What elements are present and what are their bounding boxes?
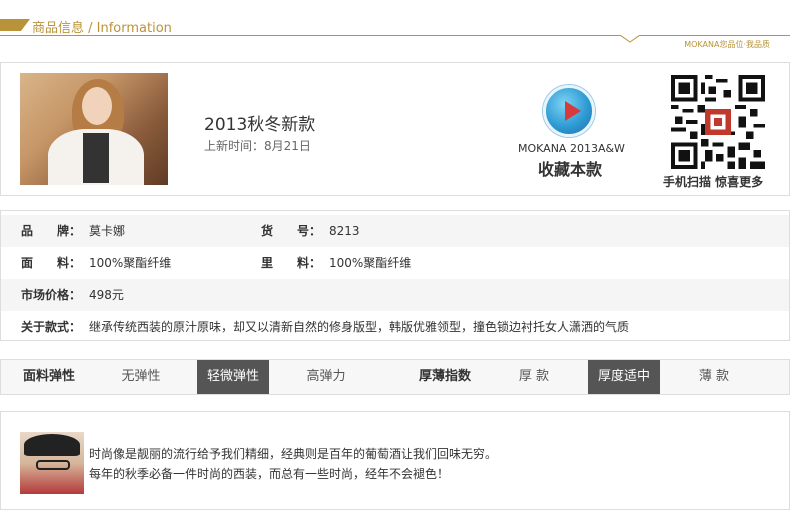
info-row-price: 市场价格： 498元 xyxy=(1,279,789,311)
section-header: 商品信息 / Information MOKANA您品位·我品质 xyxy=(0,0,790,52)
info-row-fabric: 面 料： 100%聚酯纤维 里 料： 100%聚酯纤维 xyxy=(1,247,789,279)
info-row-brand: 品 牌： 莫卡娜 货 号： 8213 xyxy=(1,215,789,247)
thickness-option-thin: 薄 款 xyxy=(698,369,730,384)
qr-caption: 手机扫描 惊喜更多 xyxy=(663,175,764,189)
elasticity-option-slight: 轻微弹性 xyxy=(197,360,269,394)
style-description: 继承传统西装的原汁原味，却又以清新自然的修身版型，韩版优雅领型，撞色锁边衬托女人… xyxy=(89,320,630,334)
price-value: 498元 xyxy=(89,288,124,302)
brand-season-text: MOKANA 2013A&W xyxy=(518,142,625,155)
elasticity-option-high: 高弹力 xyxy=(306,369,346,384)
quote-line-2: 每年的秋季必备一件时尚的西装，而总有一些时尚，经年不会褪色！ xyxy=(89,467,450,481)
quote-line-1: 时尚像是靓丽的流行给予我们精细，经典则是百年的葡萄酒让我们回味无穷。 xyxy=(89,447,498,461)
product-photo[interactable] xyxy=(20,73,168,185)
qr-code-icon xyxy=(671,75,765,169)
info-row-style: 关于款式： 继承传统西装的原汁原味，却又以清新自然的修身版型，韩版优雅领型，撞色… xyxy=(1,311,789,343)
play-video-icon[interactable] xyxy=(543,85,595,137)
style-label: 关于款式： xyxy=(21,320,82,334)
product-name: 2013秋冬新款 xyxy=(204,115,316,135)
lining-label: 里 料： xyxy=(261,256,322,270)
product-summary: 2013秋冬新款 上新时间：8月21日 MOKANA 2013A&W 收藏本款 … xyxy=(0,62,790,196)
release-date: 上新时间：8月21日 xyxy=(204,139,311,153)
elasticity-option-none: 无弹性 xyxy=(121,369,161,384)
product-info-table: 品 牌： 莫卡娜 货 号： 8213 面 料： 100%聚酯纤维 里 料： 10… xyxy=(0,210,790,341)
lining-value: 100%聚酯纤维 xyxy=(329,256,412,270)
header-notch-icon xyxy=(620,35,640,43)
style-quote: 时尚像是靓丽的流行给予我们精细，经典则是百年的葡萄酒让我们回味无穷。 每年的秋季… xyxy=(0,411,790,510)
attribute-bar: 面料弹性 无弹性 轻微弹性 高弹力 厚薄指数 厚 款 厚度适中 薄 款 xyxy=(0,359,790,395)
fabric-value: 100%聚酯纤维 xyxy=(89,256,172,270)
thickness-option-thick: 厚 款 xyxy=(518,369,550,384)
item-no-value: 8213 xyxy=(329,224,360,238)
section-title: 商品信息 / Information xyxy=(32,21,172,36)
price-label: 市场价格： xyxy=(21,288,82,302)
header-divider xyxy=(0,35,790,36)
thickness-label: 厚薄指数 xyxy=(418,369,471,384)
elasticity-label: 面料弹性 xyxy=(22,369,75,384)
thickness-option-medium: 厚度适中 xyxy=(588,360,660,394)
brand-label: 品 牌： xyxy=(21,224,82,238)
fabric-label: 面 料： xyxy=(21,256,82,270)
brand-value: 莫卡娜 xyxy=(89,224,126,238)
model-avatar xyxy=(20,432,84,494)
item-no-label: 货 号： xyxy=(261,224,322,238)
favorite-button[interactable]: 收藏本款 xyxy=(538,156,602,180)
header-tag-icon xyxy=(0,19,30,31)
brand-slogan: MOKANA您品位·我品质 xyxy=(684,40,770,49)
